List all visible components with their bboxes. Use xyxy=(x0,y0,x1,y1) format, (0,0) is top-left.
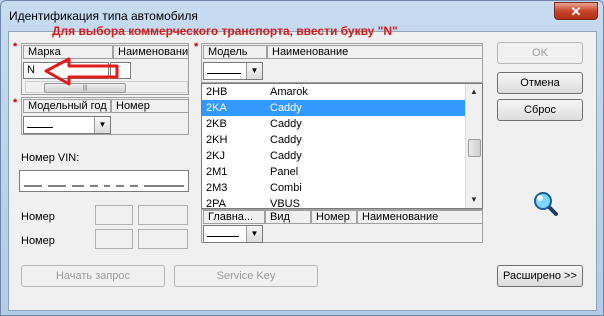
nomer-field-2b[interactable] xyxy=(138,229,188,249)
window-title: Идентификация типа автомобиля xyxy=(9,9,198,23)
model-header: Модель xyxy=(203,45,267,59)
dialog-window: Идентификация типа автомобиля ✕ Для выбо… xyxy=(0,0,604,316)
model-dropdown-list[interactable]: 2HB Amarok 2KA Caddy 2KB Caddy 2KH Caddy 2KJ… xyxy=(201,83,483,209)
chevron-down-icon[interactable]: ▼ xyxy=(246,226,262,242)
nomer-field-1b[interactable] xyxy=(138,205,188,225)
vin-mask-lines xyxy=(24,185,184,187)
close-button[interactable]: ✕ xyxy=(554,2,598,20)
chevron-down-icon[interactable]: ▼ xyxy=(246,63,262,79)
vin-label: Номер VIN: xyxy=(21,152,80,164)
service-key-button[interactable]: Service Key xyxy=(174,265,318,287)
vin-input[interactable] xyxy=(19,170,189,192)
main-header: Главна... xyxy=(203,210,265,224)
list-vertical-scrollbar[interactable]: ▲ ▼ xyxy=(465,84,482,208)
list-item-selected[interactable]: 2KA Caddy xyxy=(202,100,466,116)
list-item[interactable]: 2KJ Caddy xyxy=(202,148,466,164)
required-marker: * xyxy=(13,41,18,53)
nomer-label-2: Номер xyxy=(21,235,55,247)
nomer-field-2a[interactable] xyxy=(95,229,133,249)
marka-name-header: Наименование xyxy=(113,45,189,59)
list-item[interactable]: 2PA VBUS xyxy=(202,196,466,208)
advanced-button[interactable]: Расширено >> xyxy=(497,265,583,287)
model-year-number-header: Номер xyxy=(111,99,189,113)
chevron-down-icon[interactable]: ▼ xyxy=(94,117,110,133)
arrow-left-icon xyxy=(44,57,119,86)
scroll-up-icon[interactable]: ▲ xyxy=(466,84,482,100)
model-year-header: Модельный год xyxy=(23,99,111,113)
empty-value-line xyxy=(207,73,241,74)
annotation-text: Для выбора коммерческого транспорта, вве… xyxy=(52,24,398,38)
model-year-combo[interactable]: ▼ xyxy=(23,116,111,134)
list-item[interactable]: 2M1 Panel xyxy=(202,164,466,180)
nomer-label-1: Номер xyxy=(21,211,55,223)
nomer-field-1a[interactable] xyxy=(95,205,133,225)
model-name-header: Наименование xyxy=(267,45,483,59)
name-header: Наименование xyxy=(357,210,483,224)
type-header: Вид xyxy=(265,210,311,224)
ok-button[interactable]: OK xyxy=(497,42,583,64)
empty-value-line xyxy=(207,236,239,237)
list-item[interactable]: 2KH Caddy xyxy=(202,132,466,148)
marka-input-value: N xyxy=(27,64,35,76)
empty-value-line xyxy=(27,127,53,128)
list-item[interactable]: 2KB Caddy xyxy=(202,116,466,132)
reset-button[interactable]: Сброс xyxy=(497,99,583,121)
required-marker: * xyxy=(194,41,199,53)
model-combo[interactable]: ▼ xyxy=(203,62,263,80)
start-query-button[interactable]: Начать запрос xyxy=(21,265,165,287)
number-header: Номер xyxy=(311,210,357,224)
scroll-down-icon[interactable]: ▼ xyxy=(466,192,482,208)
required-marker: * xyxy=(13,97,18,109)
list-item[interactable]: 2HB Amarok xyxy=(202,84,466,100)
list-item[interactable]: 2M3 Combi xyxy=(202,180,466,196)
magnifier-icon[interactable] xyxy=(532,190,560,218)
cancel-button[interactable]: Отмена xyxy=(497,72,583,94)
main-combo[interactable]: ▼ xyxy=(203,225,263,243)
scroll-thumb[interactable] xyxy=(468,139,481,157)
